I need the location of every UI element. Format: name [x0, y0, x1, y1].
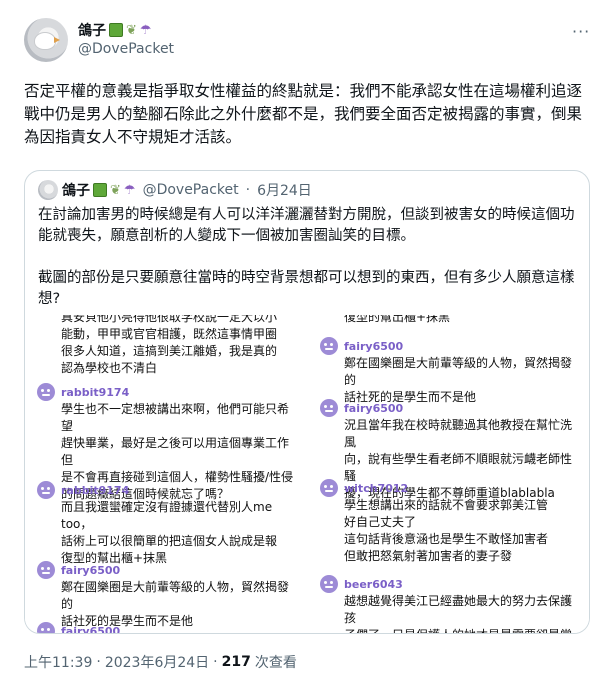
- comment-user: fairy6500: [344, 401, 404, 415]
- comment: beer6043 越想越覺得美江已經盡她最大的努力去保護孩 子們了，只是保護人的…: [320, 575, 580, 633]
- author-name-row[interactable]: 鴿子 ❦ ☂: [78, 20, 152, 40]
- quote-date: 6月24日: [257, 183, 312, 199]
- user-avatar-icon: [320, 479, 338, 497]
- comment: 真安貝他小亮得他很取学校說一定大以小 能動，甲甲或官官相護，既然這事情甲圈 很多…: [37, 315, 277, 377]
- tweet-footer: 上午11:39 · 2023年6月24日 · 217 次查看: [24, 652, 297, 672]
- more-horizontal-icon[interactable]: ···: [572, 22, 590, 41]
- tweet-date[interactable]: 2023年6月24日: [105, 652, 209, 672]
- quote-separator: ·: [245, 182, 251, 198]
- comment: rabbit9174 而且我還蠻確定沒有證據還代替別人me too， 話術上可以…: [37, 481, 297, 567]
- tweet: 鴿子 ❦ ☂ @DovePacket ··· 否定平權的意義是指爭取女性權益的終…: [0, 0, 608, 684]
- tweet-time[interactable]: 上午11:39: [24, 652, 92, 672]
- avatar[interactable]: [24, 18, 68, 62]
- quote-author-name: 鴿子: [62, 183, 90, 199]
- author-name[interactable]: 鴿子: [78, 20, 106, 40]
- comment-user: fairy6500: [61, 624, 121, 634]
- comment-user: rabbit9174: [61, 385, 130, 399]
- quote-paragraph-2: 截圖的部份是只要願意往當時的時空背景想都可以想到的東西，但有多少人願意這樣想?: [38, 270, 575, 307]
- author-handle[interactable]: @DovePacket: [78, 41, 174, 57]
- user-avatar-icon: [37, 383, 55, 401]
- user-avatar-icon: [37, 481, 55, 499]
- umbrella-icon: ☂: [139, 22, 152, 38]
- umbrella-icon: ☂: [123, 182, 136, 198]
- green-book-icon: [109, 23, 123, 37]
- quote-header: 鴿子 ❦ ☂ @DovePacket · 6月24日: [62, 180, 312, 200]
- quoted-tweet[interactable]: 鴿子 ❦ ☂ @DovePacket · 6月24日 在討論加害男的時候總是有人…: [24, 170, 590, 634]
- comment-text: 越想越覺得美江已經盡她最大的努力去保護孩 子們了，只是保護人的她才是最需要卻最常…: [344, 594, 573, 633]
- comment-text: 真安貝他小亮得他很取学校說一定大以小 能動，甲甲或官官相護，既然這事情甲圈 很多…: [61, 315, 278, 375]
- comment-text: 而且我還蠻確定沒有證據還代替別人me too， 話術上可以很簡單的把這個女人說成…: [61, 500, 278, 565]
- comment-text: 復型的幫出櫃+抹黑: [344, 315, 451, 324]
- quote-text: 在討論加害男的時候總是有人可以洋洋灑灑替對方開脫，但談到被害女的時候這個功能就喪…: [38, 205, 578, 331]
- quote-handle: @DovePacket: [142, 182, 239, 198]
- views-label: 次查看: [254, 655, 297, 671]
- user-avatar-icon: [320, 575, 338, 593]
- olive-branch-icon: ❦: [110, 182, 121, 198]
- footer-separator: ·: [213, 654, 218, 670]
- comment-user: witch7012: [344, 481, 409, 495]
- comment-user: rabbit9174: [61, 483, 130, 497]
- quote-paragraph-1: 在討論加害男的時候總是有人可以洋洋灑灑替對方開脫，但談到被害女的時候這個功能就喪…: [38, 207, 575, 244]
- comment: fairy6500 鄭在國樂圈是大前輩等級的人物，貿然揭發的 話社死的是學生而不…: [320, 337, 580, 406]
- comment: fairy6500 鄭在國樂圈是大前輩等級的人物，貿然揭發的 話社死的是學生而不…: [37, 561, 297, 630]
- comment: witch7012 學生想講出來的話就不會要求郭美江管 好自己丈夫了 這句話背後…: [320, 479, 548, 565]
- comment-user: fairy6500: [61, 563, 121, 577]
- views-count: 217: [221, 654, 251, 670]
- comment: fairy6500: [37, 622, 121, 634]
- user-avatar-icon: [37, 561, 55, 579]
- quote-avatar: [38, 180, 58, 200]
- footer-separator: ·: [96, 654, 101, 670]
- comment: 復型的幫出櫃+抹黑: [320, 315, 450, 326]
- attached-screenshot[interactable]: 真安貝他小亮得他很取学校說一定大以小 能動，甲甲或官官相護，既然這事情甲圈 很多…: [25, 315, 589, 634]
- olive-branch-icon: ❦: [126, 22, 137, 38]
- comment-user: fairy6500: [344, 339, 404, 353]
- green-book-icon: [93, 183, 107, 197]
- comment-text: 學生想講出來的話就不會要求郭美江管 好自己丈夫了 這句話背後意涵也是學生不敢怪加…: [344, 498, 549, 563]
- tweet-text: 否定平權的意義是指爭取女性權益的終點就是：我們不能承認女性在這場權利追逐戰中仍是…: [24, 82, 583, 146]
- user-avatar-icon: [37, 622, 55, 633]
- dove-icon: [34, 32, 56, 50]
- comment-user: beer6043: [344, 577, 403, 591]
- user-avatar-icon: [320, 337, 338, 355]
- user-avatar-icon: [320, 399, 338, 417]
